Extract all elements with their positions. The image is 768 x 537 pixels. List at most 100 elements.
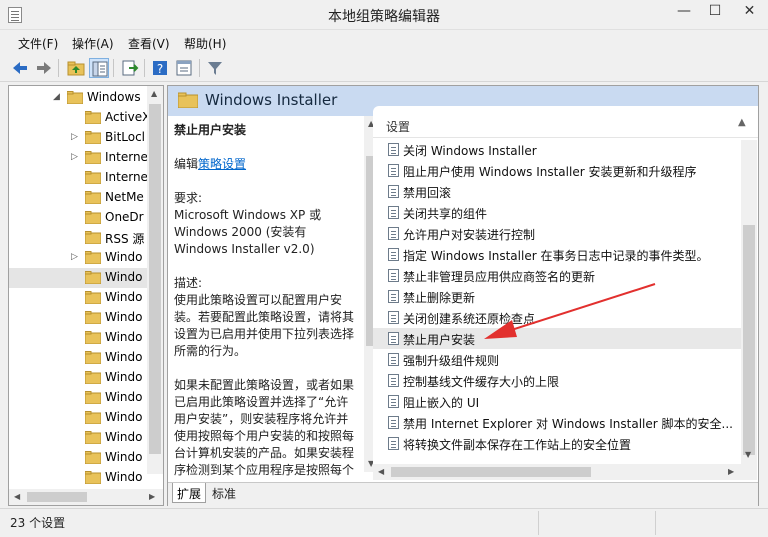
menu-help[interactable]: 帮助(H) [184,35,226,52]
show-tree-icon[interactable] [89,58,109,78]
setting-label: 阻止嵌入的 UI [403,396,480,410]
tree-item[interactable]: Windo [9,348,147,368]
tab-standard[interactable]: 标准 [208,483,240,503]
scroll-up-icon[interactable]: ▲ [151,89,157,98]
tree-item[interactable]: Windo [9,448,147,468]
no-arrow [71,192,79,202]
tree-item[interactable]: RSS 源 [9,228,147,248]
tree-item[interactable]: ▷ Interne [9,148,148,168]
setting-label: 禁止用户安装 [403,333,476,347]
tree-item[interactable]: Windo [9,468,147,488]
no-arrow [71,172,79,182]
tree-item[interactable]: OneDr [9,208,147,228]
setting-row[interactable]: 禁用回滚 [373,181,741,202]
tree-item-label: RSS 源 [105,232,145,246]
scroll-down-icon[interactable]: ▼ [745,450,751,459]
setting-row[interactable]: 阻止用户使用 Windows Installer 安装更新和升级程序 [373,160,741,181]
setting-row[interactable]: 允许用户对安装进行控制 [373,223,741,244]
setting-row[interactable]: 关闭共享的组件 [373,202,741,223]
scroll-right-icon[interactable]: ▶ [149,492,155,501]
scroll-thumb[interactable] [149,104,161,454]
list-header[interactable]: 设置 ▲ [373,110,758,138]
edit-policy-link[interactable]: 策略设置 [198,157,246,171]
scroll-thumb[interactable] [391,467,591,477]
help-icon[interactable]: ? [150,58,170,78]
setting-row[interactable]: 指定 Windows Installer 在事务日志中记录的事件类型。 [373,244,741,265]
tree-item[interactable]: ▷ BitLocl [9,128,147,148]
up-folder-icon[interactable] [66,58,86,78]
toolbar-separator [199,59,200,77]
folder-icon [85,311,101,324]
policy-setting-icon [388,248,399,261]
tree-item-label: Windo [105,410,143,424]
collapsed-arrow-icon[interactable]: ▷ [71,132,79,142]
setting-row[interactable]: 禁止用户安装 [373,328,741,349]
expanded-arrow-icon[interactable]: ◢ [53,92,61,102]
back-icon[interactable] [10,58,30,78]
tree-pane[interactable]: Windo Windo Windo Windo Windo Windo Windo Windo… [8,85,164,506]
tree-item[interactable]: Windo [9,408,147,428]
filter-icon[interactable] [205,58,225,78]
menu-bar: 文件(F) 操作(A) 查看(V) 帮助(H) [0,32,768,52]
list-vertical-scrollbar[interactable]: ▼ [741,140,757,480]
policy-setting-icon [388,143,399,156]
tree-item[interactable]: Windo [9,388,147,408]
tree-item[interactable]: Windo [9,368,147,388]
tree-item[interactable]: Windo [9,428,147,448]
status-divider [538,511,539,535]
tree-item[interactable]: Windo [9,268,147,288]
close-button[interactable]: ✕ [731,0,768,24]
scroll-right-icon[interactable]: ▶ [728,467,734,476]
setting-row[interactable]: 禁止非管理员应用供应商签名的更新 [373,265,741,286]
maximize-button[interactable]: ☐ [700,0,730,24]
tree-horizontal-scrollbar[interactable]: ◀ ▶ [9,489,163,505]
tree-vertical-scrollbar[interactable]: ▲ [147,86,163,474]
collapsed-arrow-icon[interactable]: ▷ [71,252,79,262]
column-setting[interactable]: 设置 [386,118,410,135]
tree-item[interactable]: Windo [9,288,147,308]
properties-icon[interactable] [174,58,194,78]
list-horizontal-scrollbar[interactable]: ◀ ▶ [373,464,741,480]
scroll-left-icon[interactable]: ◀ [14,492,20,501]
export-icon[interactable] [120,58,140,78]
edit-prefix: 编辑 [174,157,199,171]
setting-label: 关闭共享的组件 [403,207,488,221]
tree-item-label: BitLocl [105,130,146,144]
tree-item[interactable]: ◢ Windows [9,88,147,108]
tree-item[interactable]: Windo [9,328,147,348]
setting-row[interactable]: 将转换文件副本保存在工作站上的安全位置 [373,433,741,454]
tree-item[interactable]: Interne [9,168,148,188]
no-arrow [71,372,79,382]
scroll-thumb[interactable] [743,225,755,455]
setting-row[interactable]: 关闭创建系统还原检查点 [373,307,741,328]
no-arrow [71,352,79,362]
policy-setting-icon [388,227,399,240]
tab-extended[interactable]: 扩展 [172,483,207,503]
tree-item[interactable]: Windo [9,308,147,328]
folder-icon [85,231,101,244]
scroll-thumb[interactable] [27,492,87,502]
requirements-label: 要求: [174,191,203,205]
minimize-button[interactable]: — [669,0,699,24]
setting-row[interactable]: 控制基线文件缓存大小的上限 [373,370,741,391]
main-pane: Windows Installer 禁止用户安装 编辑策略设置 要求: Micro… [167,85,759,506]
scroll-left-icon[interactable]: ◀ [378,467,384,476]
setting-row[interactable]: 阻止嵌入的 UI [373,391,741,412]
tree-item[interactable]: NetMe [9,188,147,208]
folder-icon [85,131,101,144]
setting-row[interactable]: 关闭 Windows Installer [373,139,741,160]
no-arrow [71,272,79,282]
menu-file[interactable]: 文件(F) [18,35,58,52]
no-arrow [71,432,79,442]
forward-icon[interactable] [34,58,54,78]
description-text: 使用此策略设置可以配置用户安装。若要配置此策略设置，请将其设置为已启用并使用下拉… [174,293,355,358]
setting-row[interactable]: 强制升级组件规则 [373,349,741,370]
setting-row[interactable]: 禁用 Internet Explorer 对 Windows Installer… [373,412,741,433]
tree-item[interactable]: ▷ Windo [9,248,147,268]
collapsed-arrow-icon[interactable]: ▷ [71,152,79,162]
tree-item[interactable]: ActiveX [9,108,150,128]
menu-view[interactable]: 查看(V) [128,35,170,52]
setting-row[interactable]: 禁止删除更新 [373,286,741,307]
toolbar-separator [58,59,59,77]
menu-action[interactable]: 操作(A) [72,35,114,52]
